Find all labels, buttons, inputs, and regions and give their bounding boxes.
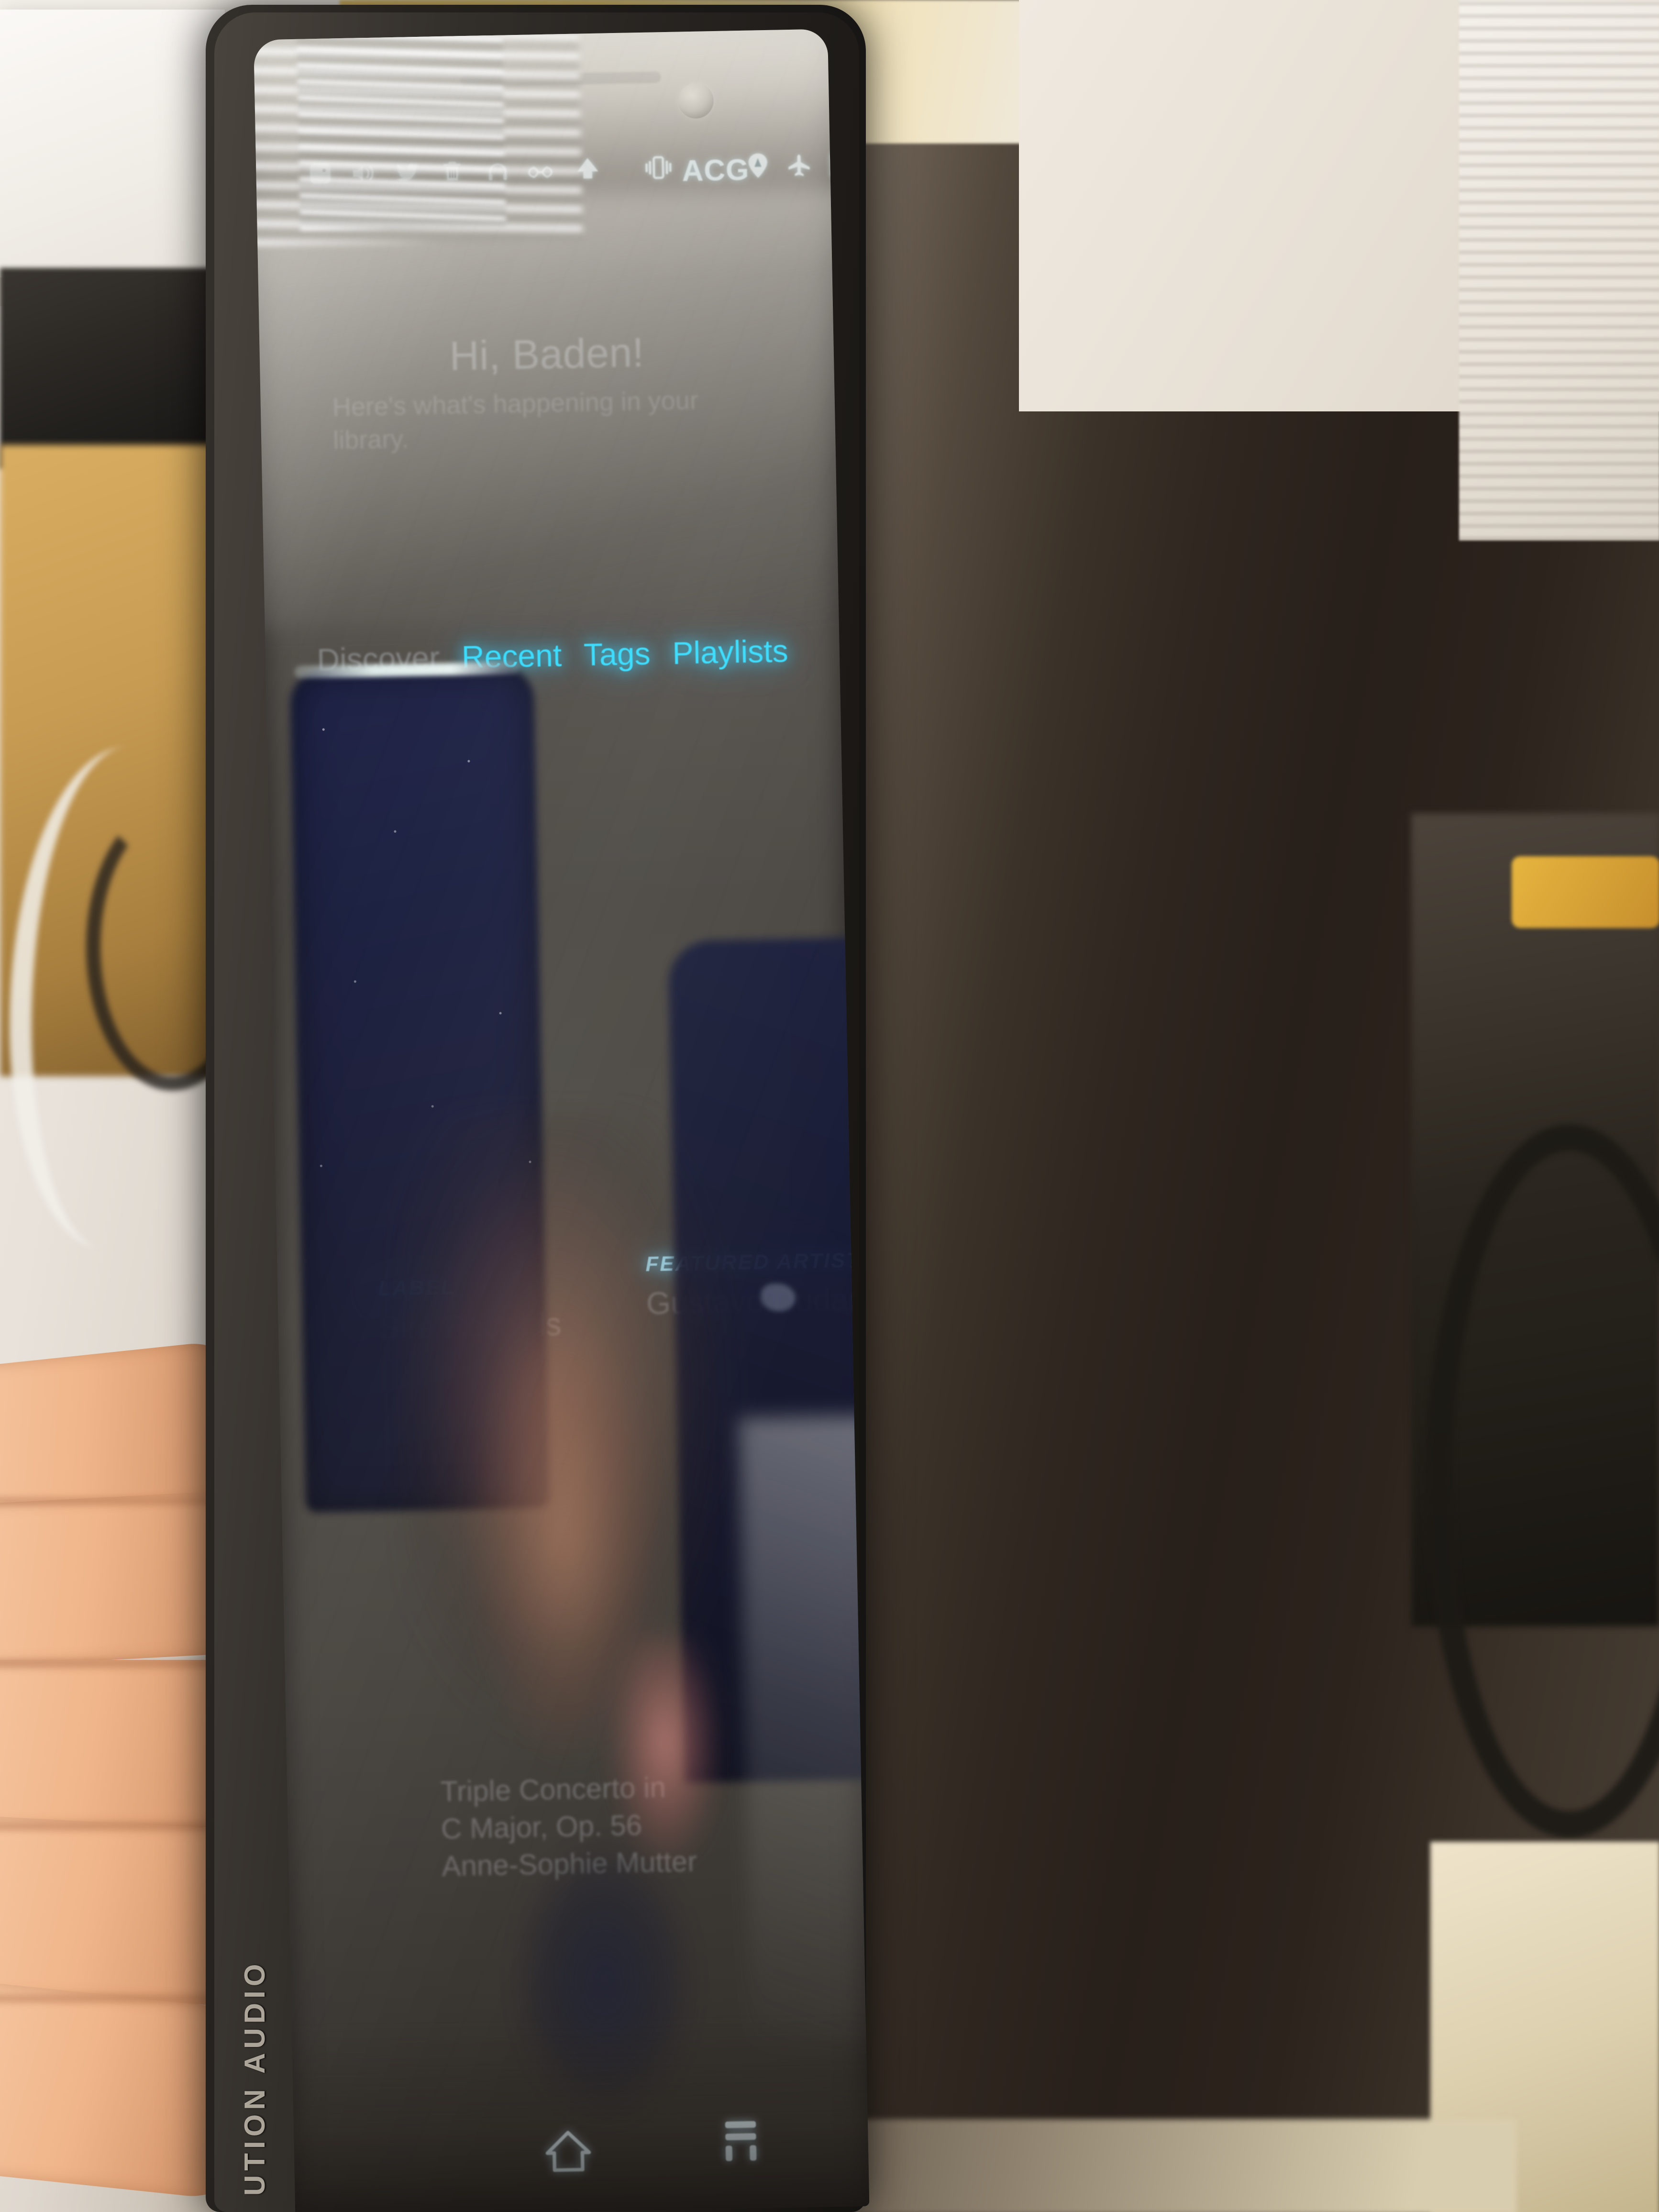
trash-icon xyxy=(440,157,465,185)
vibrate-icon xyxy=(643,155,674,181)
greeting-subheading: Here's what's happening in your library. xyxy=(332,386,699,455)
airplane-mode-icon xyxy=(786,153,812,179)
app-screen: ACG 2:46 PM Hi, Baden! Here's wha xyxy=(255,120,869,2212)
home-icon[interactable] xyxy=(542,2124,595,2179)
note-card-icon xyxy=(307,160,334,187)
tab-tags[interactable]: Tags xyxy=(583,635,651,673)
status-bar: ACG 2:46 PM xyxy=(256,144,869,207)
greeting-heading: Hi, Baden! xyxy=(449,329,645,379)
earpiece-speaker-grille xyxy=(460,71,661,87)
headphones-icon xyxy=(485,160,511,184)
bird-icon xyxy=(395,160,422,185)
front-camera-icon xyxy=(678,83,714,119)
carrier-label: ACG xyxy=(681,153,750,188)
recents-icon[interactable] xyxy=(718,2114,764,2170)
phone-device: UTION AUDIO ACG Hi, Baden! Here's what's… xyxy=(206,5,870,2212)
background-yellow-object xyxy=(1512,856,1659,928)
track-info[interactable]: Triple Concerto in C Major, Op. 56 Anne-… xyxy=(440,1766,806,1885)
infinity-icon xyxy=(527,163,555,181)
track-title-line1: Triple Concerto in xyxy=(440,1771,666,1808)
case-brand-text: UTION AUDIO xyxy=(239,1959,271,2196)
card-featured-artist[interactable]: FEATURED ARTIST Gustavo Dudamel xyxy=(645,1248,869,1321)
location-icon xyxy=(745,152,771,180)
tab-bar: Discover Recent Tags Playlists xyxy=(265,631,840,679)
track-artist: Anne-Sophie Mutter xyxy=(441,1845,697,1882)
volume-disc-icon xyxy=(349,160,377,187)
card-artist-title: Gustavo Dudamel xyxy=(646,1281,870,1321)
photo-scene: UTION AUDIO ACG Hi, Baden! Here's what's… xyxy=(0,0,1659,2212)
greeting-block: Hi, Baden! Here's what's happening in yo… xyxy=(259,325,836,458)
tab-playlists[interactable]: Playlists xyxy=(672,632,788,671)
background-paper-left xyxy=(0,10,225,277)
android-nav-bar xyxy=(293,2105,869,2188)
background-newspaper xyxy=(1459,0,1659,541)
card-artist-kicker: FEATURED ARTIST xyxy=(645,1248,861,1276)
card-label-title: Sire Records xyxy=(378,1306,562,1345)
tab-discover[interactable]: Discover xyxy=(317,639,440,678)
card-label[interactable]: LABEL Sire Records xyxy=(378,1273,562,1346)
card-label-kicker: LABEL xyxy=(377,1275,456,1301)
upload-arrow-icon xyxy=(574,154,602,182)
track-title-line2: C Major, Op. 56 xyxy=(441,1809,642,1845)
phone-screen-glass: ACG 2:46 PM Hi, Baden! Here's wha xyxy=(254,29,870,2212)
tab-recent[interactable]: Recent xyxy=(461,637,562,675)
